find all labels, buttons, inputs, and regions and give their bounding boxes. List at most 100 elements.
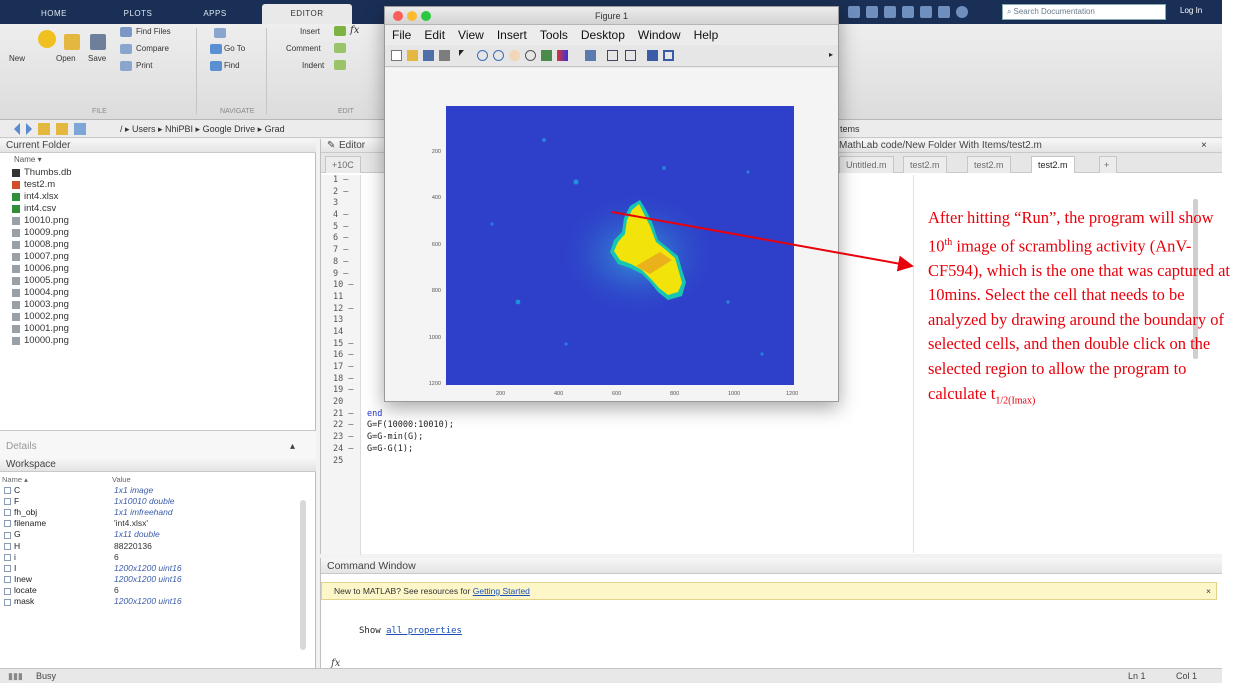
menu-desktop[interactable]: Desktop: [574, 28, 631, 42]
file-item[interactable]: Thumbs.db: [12, 167, 72, 179]
close-icon[interactable]: ×: [1201, 139, 1207, 153]
folder-icon[interactable]: [74, 123, 86, 135]
line-number[interactable]: 16 –: [321, 350, 360, 362]
insert-button[interactable]: Insert: [300, 27, 320, 36]
up-folder-icon[interactable]: [38, 123, 50, 135]
zoom-window-icon[interactable]: [421, 11, 431, 21]
tab-test2-1[interactable]: test2.m: [903, 156, 947, 173]
chevron-up-icon[interactable]: ▴: [290, 441, 295, 452]
toolbar-overflow-icon[interactable]: ▸: [829, 50, 833, 59]
tab-plots[interactable]: PLOTS: [118, 4, 158, 24]
pan-icon[interactable]: [509, 50, 520, 61]
workspace-row[interactable]: C 1x1 image: [2, 484, 292, 495]
menu-file[interactable]: File: [385, 28, 417, 42]
redo-icon[interactable]: [938, 6, 950, 18]
fx-button[interactable]: fx: [350, 25, 359, 36]
code-line[interactable]: end: [367, 409, 464, 421]
line-number[interactable]: 6 –: [321, 233, 360, 245]
indent-icon[interactable]: [334, 60, 346, 70]
workspace-row[interactable]: G 1x11 double: [2, 529, 292, 540]
file-item[interactable]: 10008.png: [12, 239, 72, 251]
insert-section-icon[interactable]: [334, 26, 346, 36]
file-item[interactable]: 10010.png: [12, 215, 72, 227]
workspace-row[interactable]: mask 1200x1200 uint16: [2, 596, 292, 607]
line-number[interactable]: 1 –: [321, 175, 360, 187]
back-icon[interactable]: [8, 123, 20, 135]
line-number[interactable]: 2 –: [321, 187, 360, 199]
microscopy-image[interactable]: [446, 106, 794, 385]
getting-started-link[interactable]: Getting Started: [473, 586, 530, 596]
file-item[interactable]: 10002.png: [12, 311, 72, 323]
minimize-window-icon[interactable]: [407, 11, 417, 21]
find-files-button[interactable]: Find Files: [136, 27, 171, 36]
tab-untitled[interactable]: Untitled.m: [839, 156, 894, 173]
rotate-icon[interactable]: [525, 50, 536, 61]
data-cursor-icon[interactable]: [541, 50, 552, 61]
insert-colorbar-icon[interactable]: [607, 50, 618, 61]
line-number[interactable]: 5 –: [321, 222, 360, 234]
open-file-icon[interactable]: [407, 50, 418, 61]
menu-view[interactable]: View: [451, 28, 490, 42]
menu-help[interactable]: Help: [687, 28, 725, 42]
code-line[interactable]: [367, 456, 464, 468]
find-button[interactable]: Find: [224, 61, 240, 70]
line-number[interactable]: 25: [321, 456, 360, 468]
file-item[interactable]: int4.xlsx: [12, 191, 72, 203]
search-documentation-input[interactable]: ⌕ Search Documentation: [1002, 4, 1166, 20]
new-button[interactable]: New: [9, 54, 25, 63]
line-number[interactable]: 13: [321, 315, 360, 327]
workspace-row[interactable]: locate 6: [2, 585, 292, 596]
show-plot-tools-icon[interactable]: [663, 50, 674, 61]
indent-button[interactable]: Indent: [302, 61, 324, 70]
menu-edit[interactable]: Edit: [417, 28, 451, 42]
line-number[interactable]: 11: [321, 292, 360, 304]
code-line[interactable]: G=F(10000:10010);: [367, 420, 464, 432]
paste-icon[interactable]: [902, 6, 914, 18]
line-number[interactable]: 22 –: [321, 420, 360, 432]
file-item[interactable]: 10007.png: [12, 251, 72, 263]
comment-button[interactable]: Comment: [286, 44, 321, 53]
new-figure-icon[interactable]: [391, 50, 402, 61]
undo-icon[interactable]: [920, 6, 932, 18]
tab-apps[interactable]: APPS: [200, 4, 230, 24]
tab-home[interactable]: HOME: [36, 4, 72, 24]
comment-icon[interactable]: [334, 43, 346, 53]
command-window[interactable]: Command Window New to MATLAB? See resour…: [320, 558, 1222, 669]
workspace-row[interactable]: fh_obj 1x1 imfreehand: [2, 506, 292, 517]
tab-test2-2[interactable]: test2.m: [967, 156, 1011, 173]
file-item[interactable]: 10003.png: [12, 299, 72, 311]
tab-left-partial[interactable]: +10C: [325, 156, 361, 173]
close-window-icon[interactable]: [393, 11, 403, 21]
file-item[interactable]: 10005.png: [12, 275, 72, 287]
line-number[interactable]: 21 –: [321, 409, 360, 421]
brush-icon[interactable]: [557, 50, 568, 61]
workspace-row[interactable]: H 88220136: [2, 540, 292, 551]
hide-plot-tools-icon[interactable]: [647, 50, 658, 61]
help-icon[interactable]: [956, 6, 968, 18]
line-number[interactable]: 4 –: [321, 210, 360, 222]
line-number[interactable]: 20: [321, 397, 360, 409]
details-panel[interactable]: Details ▴: [0, 430, 316, 458]
code-line[interactable]: G=G-G(1);: [367, 444, 464, 456]
print-figure-icon[interactable]: [439, 50, 450, 61]
login-link[interactable]: Log In: [1180, 6, 1202, 15]
zoom-out-icon[interactable]: [493, 50, 504, 61]
line-number[interactable]: 7 –: [321, 245, 360, 257]
line-number[interactable]: 12 –: [321, 304, 360, 316]
save-figure-icon[interactable]: [423, 50, 434, 61]
tab-editor[interactable]: EDITOR: [262, 4, 352, 24]
line-number[interactable]: 8 –: [321, 257, 360, 269]
go-to-button[interactable]: Go To: [224, 44, 245, 53]
file-item[interactable]: 10001.png: [12, 323, 72, 335]
save-button[interactable]: Save: [88, 54, 106, 63]
line-number[interactable]: 9 –: [321, 269, 360, 281]
zoom-in-icon[interactable]: [477, 50, 488, 61]
insert-legend-icon[interactable]: [625, 50, 636, 61]
file-item[interactable]: test2.m: [12, 179, 72, 191]
line-number[interactable]: 17 –: [321, 362, 360, 374]
compare-button[interactable]: Compare: [136, 44, 169, 53]
image-axes[interactable]: [446, 106, 794, 385]
name-column-header[interactable]: Name ▾: [14, 155, 42, 164]
print-button[interactable]: Print: [136, 61, 152, 70]
line-number[interactable]: 10 –: [321, 280, 360, 292]
